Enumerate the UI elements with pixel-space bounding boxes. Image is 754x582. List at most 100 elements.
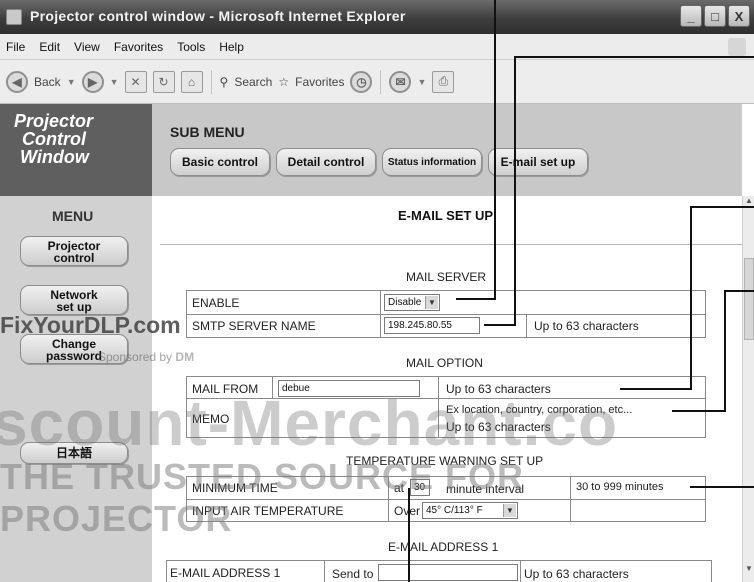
menu-edit[interactable]: Edit (39, 40, 60, 54)
table-row-divider (186, 499, 706, 500)
mail-dropdown-icon[interactable]: ▼ (417, 77, 426, 87)
windows-logo-icon (728, 38, 746, 56)
callout-line-mail-from (620, 388, 692, 390)
email-setup-button[interactable]: E-mail set up (488, 148, 588, 176)
maximize-button[interactable]: □ (704, 5, 726, 27)
mail-from-input[interactable]: debue (278, 380, 420, 397)
callout-line-smtp (514, 56, 754, 58)
table-col-divider (388, 476, 389, 522)
smtp-server-hint: Up to 63 characters (534, 319, 639, 333)
submenu-title: SUB MENU (170, 124, 245, 140)
sidebar-item-label: password (45, 349, 102, 363)
minimize-button[interactable]: _ (680, 5, 702, 27)
mail-icon[interactable]: ✉ (389, 70, 412, 93)
table-col-divider (438, 376, 439, 438)
forward-dropdown-icon[interactable]: ▼ (110, 77, 119, 87)
refresh-icon[interactable]: ↻ (152, 70, 175, 93)
minimum-time-label: MINIMUM TIME (192, 481, 278, 495)
memo-hint-limit: Up to 63 characters (446, 420, 551, 434)
stop-icon[interactable]: ✕ (124, 70, 147, 93)
browser-toolbar: ◀ Back ▼ ▶ ▼ ✕ ↻ ⌂ ⚲ Search ☆ Favorites … (0, 60, 754, 104)
minimum-time-prefix: at (394, 481, 405, 495)
callout-line-air-temperature (408, 488, 410, 582)
mail-from-hint: Up to 63 characters (446, 382, 551, 396)
menu-view[interactable]: View (74, 40, 100, 54)
enable-label: ENABLE (192, 296, 240, 310)
sidebar-menu-title: MENU (52, 208, 94, 224)
brand-line-2: Control (22, 129, 86, 149)
minimum-time-range: 30 to 999 minutes (576, 481, 664, 493)
enable-select-value: Disable (388, 297, 422, 308)
submenu-header: SUB MENU Basic control Detail control St… (152, 104, 742, 196)
toolbar-separator-2 (380, 69, 382, 94)
home-icon[interactable]: ⌂ (180, 70, 203, 93)
menu-help[interactable]: Help (219, 40, 244, 54)
toolbar-separator (210, 69, 212, 94)
email-address-1-label: E-MAIL ADDRESS 1 (170, 566, 281, 580)
history-icon[interactable]: ◷ (350, 70, 373, 93)
search-button-label[interactable]: Search (234, 75, 272, 89)
menu-tools[interactable]: Tools (177, 40, 205, 54)
table-col-divider (526, 314, 527, 338)
air-temperature-select[interactable]: 45° C/113° F ▼ (422, 502, 518, 519)
menu-file[interactable]: File (6, 40, 25, 54)
callout-line-smtp (484, 324, 516, 326)
sidebar-item-label: control (53, 251, 95, 265)
callout-line-smtp (514, 56, 516, 326)
callout-line-minimum-time (690, 486, 754, 488)
sidebar-item-label: set up (56, 300, 92, 314)
scroll-down-icon[interactable]: ▼ (744, 564, 754, 576)
basic-control-button[interactable]: Basic control (170, 148, 270, 176)
sidebar: MENU Projector control Network set up Ch… (0, 196, 152, 582)
callout-line-enable (494, 0, 496, 300)
mail-option-title: MAIL OPTION (406, 356, 483, 370)
callout-line-memo (724, 290, 726, 412)
back-button-label[interactable]: Back (34, 75, 61, 89)
smtp-server-input[interactable]: 198.245.80.55 (384, 317, 480, 334)
back-dropdown-icon[interactable]: ▼ (67, 77, 76, 87)
brand-panel: Projector Control Window (0, 104, 152, 196)
table-col-divider (272, 376, 273, 398)
air-temperature-prefix: Over (394, 504, 421, 518)
email-address-1-title: E-MAIL ADDRESS 1 (388, 540, 499, 554)
page-title: E-MAIL SET UP (398, 208, 494, 223)
divider (160, 244, 742, 245)
minimum-time-suffix: minute interval (446, 482, 525, 496)
callout-line-memo (724, 290, 754, 292)
smtp-server-label: SMTP SERVER NAME (192, 319, 316, 333)
detail-control-button[interactable]: Detail control (276, 148, 376, 176)
back-arrow-icon[interactable]: ◀ (6, 70, 28, 93)
enable-select[interactable]: Disable ▼ (384, 294, 440, 311)
callout-line-enable (456, 298, 496, 300)
favorites-star-icon[interactable]: ☆ (278, 75, 289, 89)
chevron-down-icon[interactable]: ▼ (425, 296, 438, 309)
minimum-time-input[interactable]: 30 (410, 479, 430, 496)
search-icon[interactable]: ⚲ (220, 75, 229, 89)
menu-favorites[interactable]: Favorites (114, 40, 163, 54)
favorites-button-label[interactable]: Favorites (295, 75, 344, 89)
memo-hint-example: Ex location, country, corporation, etc..… (446, 404, 633, 416)
chevron-down-icon[interactable]: ▼ (503, 504, 516, 517)
ie-app-icon (6, 9, 22, 25)
close-button[interactable]: X (728, 5, 750, 27)
email-address-1-input[interactable] (378, 564, 518, 581)
mail-from-label: MAIL FROM (192, 382, 259, 396)
sidebar-item-network-setup[interactable]: Network set up (20, 285, 128, 315)
mail-server-title: MAIL SERVER (406, 270, 487, 284)
sidebar-item-japanese[interactable]: 日本語 (20, 442, 128, 464)
title-bar: Projector control window - Microsoft Int… (0, 0, 754, 34)
sidebar-item-change-password[interactable]: Change password (20, 334, 128, 364)
table-row-divider (186, 398, 706, 399)
forward-arrow-icon[interactable]: ▶ (81, 70, 104, 93)
window-title: Projector control window - Microsoft Int… (30, 8, 406, 24)
vertical-scrollbar[interactable]: ▲ ▼ (742, 196, 754, 582)
memo-label: MEMO (192, 412, 230, 426)
status-information-button[interactable]: Status information (382, 148, 482, 176)
table-col-divider (324, 560, 325, 582)
window-controls: _ □ X (680, 5, 750, 27)
air-temperature-select-value: 45° C/113° F (426, 505, 483, 516)
print-icon[interactable]: ⎙ (432, 70, 455, 93)
temperature-warning-title: TEMPERATURE WARNING SET UP (346, 454, 544, 468)
sidebar-item-projector-control[interactable]: Projector control (20, 236, 128, 266)
scroll-thumb[interactable] (744, 258, 754, 340)
